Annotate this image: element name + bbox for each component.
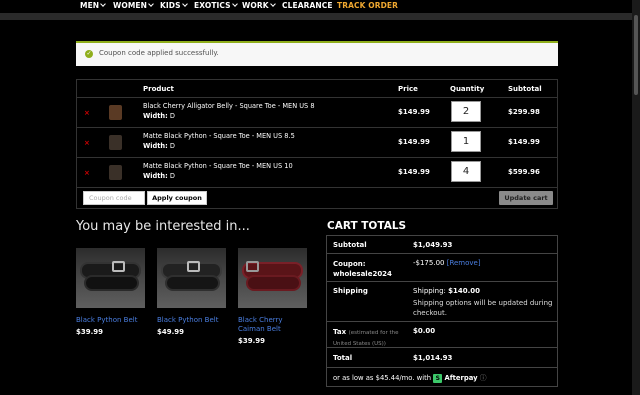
tax-value: $0.00 bbox=[413, 327, 436, 335]
product-subtotal: $299.98 bbox=[508, 108, 540, 116]
related-product-card[interactable]: Black Python Belt $49.99 bbox=[157, 248, 226, 336]
cart-totals-table: Subtotal $1,049.93 Coupon: wholesale2024… bbox=[326, 235, 558, 387]
shipping-row: Shipping Shipping: $140.00 Shipping opti… bbox=[327, 282, 557, 322]
product-name[interactable]: Black Python Belt bbox=[157, 316, 226, 325]
page-scrollbar[interactable] bbox=[632, 0, 640, 395]
info-icon[interactable]: ⓘ bbox=[480, 374, 487, 382]
tax-row: Tax (estimated for the United States (US… bbox=[327, 322, 557, 348]
total-row: Total $1,014.93 bbox=[327, 348, 557, 368]
nav-item-work[interactable]: WORK bbox=[242, 1, 276, 10]
product-name[interactable]: Matte Black Python - Square Toe - MEN US… bbox=[143, 162, 293, 170]
chevron-down-icon bbox=[231, 1, 238, 7]
nav-item-kids[interactable]: KIDS bbox=[160, 1, 188, 10]
buckle-shape bbox=[246, 261, 259, 272]
remove-item-icon[interactable]: × bbox=[84, 139, 90, 147]
nav-item-clearance[interactable]: CLEARANCE bbox=[282, 1, 333, 10]
total-value: $1,014.93 bbox=[413, 354, 453, 362]
shipping-note: Shipping options will be updated during … bbox=[413, 299, 553, 317]
product-thumbnail[interactable] bbox=[109, 135, 122, 150]
shipping-value: Shipping: $140.00 bbox=[413, 287, 481, 295]
coupon-success-notice: ✓ Coupon code applied successfully. bbox=[76, 41, 558, 66]
related-product-card[interactable]: Black Cherry Caiman Belt $39.99 bbox=[238, 248, 307, 345]
product-price: $49.99 bbox=[157, 328, 185, 336]
subtotal-value: $1,049.93 bbox=[413, 241, 453, 249]
nav-item-men[interactable]: MEN bbox=[80, 1, 107, 10]
cart-row: × Matte Black Python - Square Toe - MEN … bbox=[77, 127, 557, 157]
nav-item-track-order[interactable]: TRACK ORDER bbox=[337, 1, 398, 10]
quantity-input[interactable]: 2 bbox=[451, 101, 481, 122]
coupon-label: Coupon: wholesale2024 bbox=[333, 260, 392, 278]
remove-item-icon[interactable]: × bbox=[84, 109, 90, 117]
product-name[interactable]: Black Cherry Caiman Belt bbox=[238, 316, 307, 334]
tax-label: Tax (estimated for the United States (US… bbox=[333, 328, 399, 347]
cart-totals-title: CART TOTALS bbox=[327, 220, 407, 232]
nav-item-women[interactable]: WOMEN bbox=[113, 1, 154, 10]
top-navigation: MEN WOMEN KIDS EXOTICS WORK CLEARANCE TR… bbox=[0, 0, 632, 13]
product-name[interactable]: Black Cherry Alligator Belly - Square To… bbox=[143, 102, 315, 110]
product-price: $39.99 bbox=[238, 337, 266, 345]
product-name[interactable]: Matte Black Python - Square Toe - MEN US… bbox=[143, 132, 295, 140]
scrollbar-thumb[interactable] bbox=[634, 15, 638, 95]
product-thumbnail[interactable] bbox=[109, 165, 122, 180]
cart-row: × Black Cherry Alligator Belly - Square … bbox=[77, 97, 557, 127]
product-subtotal: $149.99 bbox=[508, 138, 540, 146]
notice-message: Coupon code applied successfully. bbox=[99, 49, 219, 57]
header-divider bbox=[0, 13, 632, 20]
product-width: Width: D bbox=[143, 112, 175, 120]
chevron-down-icon bbox=[269, 1, 276, 7]
shipping-label: Shipping bbox=[333, 287, 368, 295]
coupon-code-input[interactable]: Coupon code bbox=[83, 191, 145, 205]
product-subtotal: $599.96 bbox=[508, 168, 540, 176]
nav-label: EXOTICS bbox=[194, 1, 231, 10]
afterpay-logo-icon: S bbox=[433, 373, 443, 383]
nav-label: WORK bbox=[242, 1, 269, 10]
belt-shape bbox=[246, 275, 301, 291]
subtotal-row: Subtotal $1,049.93 bbox=[327, 236, 557, 254]
check-circle-icon: ✓ bbox=[85, 50, 93, 58]
subtotal-label: Subtotal bbox=[333, 241, 367, 249]
buckle-shape bbox=[112, 261, 125, 272]
product-width: Width: D bbox=[143, 142, 175, 150]
cart-row: × Matte Black Python - Square Toe - MEN … bbox=[77, 157, 557, 187]
buckle-shape bbox=[187, 261, 200, 272]
product-price: $39.99 bbox=[76, 328, 104, 336]
belt-shape bbox=[84, 275, 139, 291]
chevron-down-icon bbox=[148, 1, 154, 7]
cart-table: Product Price Quantity Subtotal × Black … bbox=[76, 79, 558, 209]
product-image[interactable] bbox=[238, 248, 307, 308]
nav-label: KIDS bbox=[160, 1, 181, 10]
product-name[interactable]: Black Python Belt bbox=[76, 316, 145, 325]
related-product-card[interactable]: Black Python Belt $39.99 bbox=[76, 248, 145, 336]
chevron-down-icon bbox=[181, 1, 188, 7]
remove-item-icon[interactable]: × bbox=[84, 169, 90, 177]
total-label: Total bbox=[333, 354, 353, 362]
header-subtotal: Subtotal bbox=[508, 85, 542, 93]
product-price: $149.99 bbox=[398, 138, 430, 146]
quantity-input[interactable]: 1 bbox=[451, 131, 481, 152]
chevron-down-icon bbox=[100, 1, 107, 7]
product-price: $149.99 bbox=[398, 108, 430, 116]
afterpay-row: or as low as $45.44/mo. with S Afterpay … bbox=[327, 368, 557, 386]
header-product: Product bbox=[143, 85, 174, 93]
nav-label: MEN bbox=[80, 1, 100, 10]
belt-shape bbox=[165, 275, 220, 291]
related-products-title: You may be interested in... bbox=[76, 219, 250, 234]
product-image[interactable] bbox=[157, 248, 226, 308]
product-width: Width: D bbox=[143, 172, 175, 180]
product-image[interactable] bbox=[76, 248, 145, 308]
quantity-input[interactable]: 4 bbox=[451, 161, 481, 182]
header-price: Price bbox=[398, 85, 418, 93]
coupon-value: -$175.00 [Remove] bbox=[413, 259, 481, 267]
header-quantity: Quantity bbox=[450, 85, 485, 93]
nav-label: WOMEN bbox=[113, 1, 148, 10]
product-price: $149.99 bbox=[398, 168, 430, 176]
apply-coupon-button[interactable]: Apply coupon bbox=[147, 191, 207, 205]
product-thumbnail[interactable] bbox=[109, 105, 122, 120]
afterpay-brand: Afterpay bbox=[444, 374, 478, 382]
nav-item-exotics[interactable]: EXOTICS bbox=[194, 1, 238, 10]
remove-coupon-link[interactable]: [Remove] bbox=[447, 259, 481, 267]
update-cart-button[interactable]: Update cart bbox=[499, 191, 553, 205]
afterpay-message: or as low as $45.44/mo. with S Afterpay … bbox=[333, 373, 487, 383]
coupon-row: Coupon: wholesale2024 -$175.00 [Remove] bbox=[327, 254, 557, 282]
